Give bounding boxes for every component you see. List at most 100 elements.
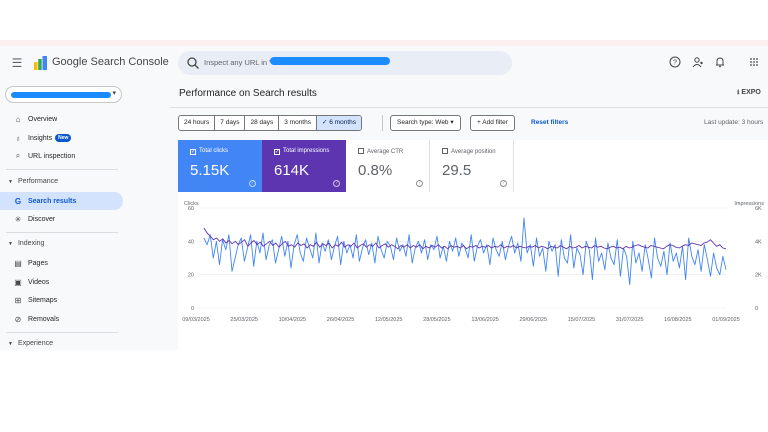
sidebar-item-sitemaps[interactable]: ⊞ Sitemaps [0, 291, 123, 309]
help-icon[interactable]: ? [416, 180, 423, 187]
sidebar-item-label: Pages [28, 259, 48, 267]
apps-grid-icon[interactable] [748, 56, 760, 68]
range-7-days[interactable]: 7 days [215, 116, 246, 130]
right-tick-label: 0 [755, 306, 758, 312]
metric-label: Average position [442, 148, 496, 155]
sidebar-item-label: Sitemaps [28, 296, 58, 304]
x-tick-label: 10/04/2025 [279, 317, 307, 323]
metric-label: ✓ Total impressions [274, 148, 329, 155]
metric-label: Average CTR [358, 148, 403, 155]
x-tick-label: 13/06/2025 [471, 317, 499, 323]
range-28-days[interactable]: 28 days [245, 116, 280, 130]
section-indexing[interactable]: ▼ Indexing [8, 240, 44, 247]
sidebar-item-discover[interactable]: ✳ Discover [0, 210, 123, 228]
x-tick-label: 12/05/2025 [375, 317, 403, 323]
x-tick-label: 15/07/2025 [568, 317, 596, 323]
help-icon[interactable]: ? [249, 180, 256, 187]
google-g-icon: G [14, 196, 22, 206]
metric-value: 29.5 [442, 162, 472, 179]
insights-icon: ♁ [15, 133, 21, 143]
checkbox-checked-icon: ✓ [190, 149, 196, 155]
sidebar-item-label: Search results [28, 197, 77, 205]
metric-label: ✓ Total clicks [190, 148, 228, 155]
metric-value: 614K [274, 162, 310, 179]
section-title: Experience [17, 340, 53, 347]
sidebar-divider [6, 232, 118, 233]
header-divider [170, 107, 768, 108]
menu-icon[interactable]: ☰ [10, 56, 24, 70]
metric-card-ctr[interactable]: Average CTR 0.8% ? [346, 140, 430, 192]
discover-icon: ✳ [14, 214, 22, 224]
metric-card-position[interactable]: Average position 29.5 ? [430, 140, 514, 192]
manage-users-icon[interactable] [692, 56, 704, 68]
search-console-app: ☰ Google Search Console Inspect any URL … [0, 46, 768, 350]
performance-chart[interactable]: Clicks Impressions60 6K40 4K20 2K0 009/03/202… [178, 200, 768, 335]
collapse-icon: ▼ [8, 178, 13, 185]
new-badge: New [55, 134, 72, 142]
metric-label-text: Total impressions [283, 148, 330, 154]
sidebar-item-removals[interactable]: ⊘ Removals [0, 310, 123, 328]
page-title: Performance on Search results [179, 88, 317, 99]
notifications-icon[interactable] [714, 56, 726, 68]
x-tick-label: 26/04/2025 [327, 317, 355, 323]
range-3-months[interactable]: 3 months [279, 116, 317, 130]
videos-icon: ▣ [14, 277, 22, 287]
pages-icon: ▤ [14, 258, 22, 268]
x-tick-label: 25/03/2025 [230, 317, 258, 323]
range-6-months[interactable]: ✓ 6 months [316, 116, 361, 130]
sidebar-item-insights[interactable]: ♁ Insights New [0, 129, 123, 147]
sidebar-item-pages[interactable]: ▤ Pages [0, 254, 123, 272]
right-tick-label: 6K [755, 206, 762, 212]
metric-value: 5.15K [190, 162, 230, 179]
range-24-hours[interactable]: 24 hours [179, 116, 216, 130]
metric-label-text: Average CTR [367, 149, 404, 155]
sidebar-item-videos[interactable]: ▣ Videos [0, 273, 123, 291]
section-experience[interactable]: ▼ Experience [8, 340, 53, 347]
sidebar-item-label: Insights [28, 134, 53, 142]
export-label: EXPO [741, 89, 761, 96]
collapse-icon: ▼ [8, 240, 13, 247]
sidebar-item-label: Videos [28, 278, 50, 286]
reset-filters-link[interactable]: Reset filters [531, 119, 568, 126]
last-update-text: Last update: 3 hours [704, 119, 764, 126]
add-filter-button[interactable]: + Add filter [470, 115, 515, 131]
sidebar-item-label: Discover [28, 215, 56, 223]
filter-separator [382, 115, 383, 131]
product-name: Google Search Console [52, 56, 169, 68]
right-tick-label: 4K [755, 239, 762, 245]
search-placeholder: Inspect any URL in " [204, 58, 272, 67]
metric-card-impressions[interactable]: ✓ Total impressions 614K ? [262, 140, 346, 192]
checkbox-checked-icon: ✓ [274, 149, 280, 155]
svg-text:?: ? [673, 60, 677, 67]
sidebar-item-search-results[interactable]: G Search results [0, 192, 123, 210]
x-tick-label: 09/03/2025 [182, 317, 210, 323]
search-type-filter[interactable]: Search type: Web ▾ [390, 115, 461, 131]
left-tick-label: 60 [188, 206, 194, 212]
sidebar-item-url-inspection[interactable]: ⌕ URL inspection [0, 147, 123, 165]
right-tick-label: 2K [755, 273, 762, 279]
redacted-property-name [11, 92, 111, 98]
property-selector[interactable]: ▾ [5, 86, 122, 103]
help-icon[interactable]: ? [669, 56, 681, 68]
x-tick-label: 01/09/2025 [712, 317, 740, 323]
date-range-selector: 24 hours 7 days 28 days 3 months ✓ 6 mon… [178, 115, 362, 131]
metric-value: 0.8% [358, 162, 393, 179]
home-icon: ⌂ [15, 114, 21, 124]
help-icon[interactable]: ? [500, 180, 507, 187]
sidebar-divider [6, 332, 118, 333]
export-button[interactable]: ⭳ EXPO [737, 88, 761, 99]
x-tick-label: 29/06/2025 [520, 317, 548, 323]
help-icon[interactable]: ? [333, 180, 340, 187]
metric-card-clicks[interactable]: ✓ Total clicks 5.15K ? [178, 140, 262, 192]
search-console-logo [34, 56, 47, 70]
sidebar-item-overview[interactable]: ⌂ Overview [0, 110, 123, 128]
range-label: 6 months [329, 119, 356, 126]
left-tick-label: 40 [188, 239, 194, 245]
metric-label-text: Average position [451, 149, 496, 155]
performance-panel: ✓ Total clicks 5.15K ? ✓ Total impressions… [178, 140, 768, 350]
section-performance[interactable]: ▼ Performance [8, 178, 58, 185]
screenshot-frame: ☰ Google Search Console Inspect any URL … [0, 0, 768, 432]
sidebar-divider [6, 169, 118, 170]
search-type-label: Search type: Web [397, 119, 449, 126]
checkbox-unchecked-icon [442, 148, 448, 154]
